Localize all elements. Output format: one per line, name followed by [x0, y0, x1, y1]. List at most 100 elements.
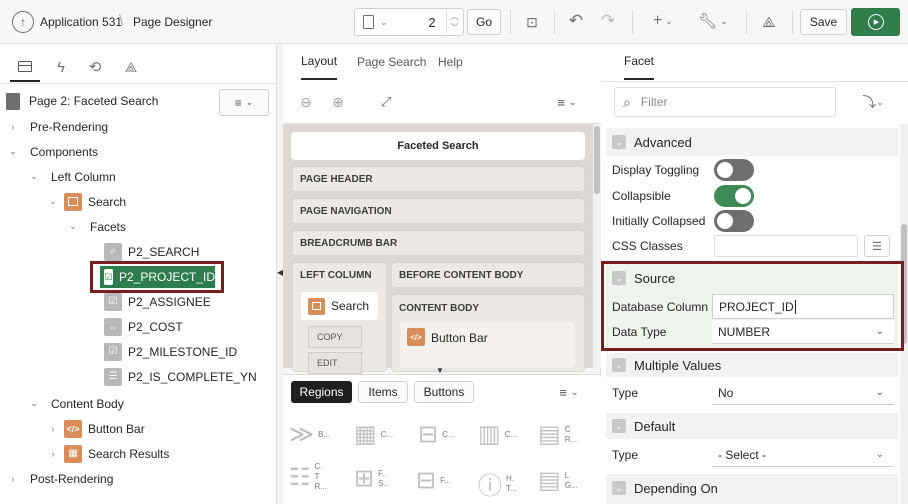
- app-name-link[interactable]: Application 531: [40, 15, 122, 29]
- chevron-right-icon: ›: [11, 473, 15, 484]
- gallery-list-icon[interactable]: ▤ L G...: [538, 466, 578, 495]
- region-page-navigation[interactable]: PAGE NAVIGATION: [292, 198, 585, 224]
- utilities-wrench-icon[interactable]: 🔧︎ ⌄: [698, 11, 728, 31]
- region-breadcrumb-bar[interactable]: BREADCRUMB BAR: [292, 230, 585, 256]
- collapsible-switch[interactable]: [714, 185, 754, 207]
- gallery-calendar-icon[interactable]: ▦ C...: [354, 420, 393, 449]
- processing-tab-icon[interactable]: ⟲: [82, 54, 108, 80]
- chevron-down-icon: ⌄: [875, 449, 884, 460]
- gallery-breadcrumb-icon[interactable]: ≫ B...: [289, 420, 330, 449]
- gallery-faceted-search-icon[interactable]: ⊞ F.. S..: [354, 464, 388, 493]
- multiple-values-type-select[interactable]: No ⌄: [712, 381, 894, 405]
- tree-item-components[interactable]: ⌄ Components: [8, 139, 98, 164]
- tree-item-left-column[interactable]: ⌄ Left Column: [29, 164, 115, 189]
- initially-collapsed-switch[interactable]: [714, 210, 754, 232]
- tree-item-p2-project-id[interactable]: ☑ P2_PROJECT_ID: [100, 266, 215, 288]
- tab-facet[interactable]: Facet: [624, 44, 655, 80]
- page-number-input[interactable]: 2: [422, 15, 435, 30]
- layout-menu-icon[interactable]: ≡ ⌄: [552, 92, 582, 112]
- layout-button-bar-region[interactable]: </> Button Bar: [400, 322, 575, 368]
- gallery-tab-buttons[interactable]: Buttons: [414, 381, 474, 403]
- shared-components-tab-icon[interactable]: ⟁: [118, 54, 144, 80]
- chevron-right-icon: ›: [11, 121, 15, 132]
- page-selector[interactable]: ⌄ 2 ︿ ﹀: [354, 8, 464, 36]
- tree-item-p2-is-complete-yn[interactable]: ☰ P2_IS_COMPLETE_YN: [104, 364, 257, 389]
- multiple-values-group-header[interactable]: ⌄ Multiple Values: [612, 353, 892, 377]
- display-toggling-switch[interactable]: [714, 159, 754, 181]
- save-button[interactable]: Save: [800, 9, 847, 35]
- tree-item-label: P2_SEARCH: [128, 244, 200, 259]
- dynamic-actions-tab-icon[interactable]: ϟ: [48, 54, 74, 80]
- region-label: CONTENT BODY: [399, 303, 479, 314]
- css-classes-input[interactable]: [714, 235, 858, 257]
- gallery-item-label: C...: [442, 429, 455, 439]
- region-page-header[interactable]: PAGE HEADER: [292, 166, 585, 192]
- collapse-icon: ⌄: [612, 481, 626, 495]
- gallery-tab-items[interactable]: Items: [358, 381, 408, 403]
- app-up-icon[interactable]: ↑: [12, 11, 34, 33]
- chevron-down-icon: ⌄: [30, 171, 38, 181]
- gallery-report-icon[interactable]: ▤ C R...: [538, 420, 577, 449]
- region-before-content-body[interactable]: BEFORE CONTENT BODY: [391, 262, 585, 288]
- tree-item-p2-milestone-id[interactable]: ☑ P2_MILESTONE_ID: [104, 339, 237, 364]
- chevron-down-icon: ⌄: [49, 196, 57, 206]
- group-title: Depending On: [634, 480, 718, 496]
- tab-help[interactable]: Help: [438, 44, 463, 80]
- gallery-help-text-icon[interactable]: ⓘ H. T...: [478, 466, 517, 501]
- zoom-in-icon[interactable]: ⊕: [328, 92, 348, 112]
- list-picker-icon[interactable]: ☰: [864, 235, 890, 257]
- run-page-button[interactable]: ▶: [851, 8, 900, 36]
- tab-layout[interactable]: Layout: [301, 44, 338, 80]
- copy-drop-zone[interactable]: COPY: [308, 326, 362, 348]
- go-button[interactable]: Go: [467, 9, 501, 35]
- tree-item-search-region[interactable]: ⌄ Search: [48, 189, 126, 214]
- faceted-search-region-icon: [308, 297, 325, 315]
- create-plus-icon[interactable]: + ⌄: [648, 11, 678, 31]
- gallery-card-icon[interactable]: ⊟ C...: [418, 420, 455, 449]
- advanced-group-header[interactable]: ⌄ Advanced: [612, 130, 892, 154]
- tree-item-p2-assignee[interactable]: ☑ P2_ASSIGNEE: [104, 289, 211, 314]
- tree-item-p2-cost[interactable]: ⇔ P2_COST: [104, 314, 183, 339]
- page-spinner[interactable]: ︿ ﹀: [445, 11, 459, 33]
- undo-icon[interactable]: ↶: [566, 11, 586, 31]
- multiple-values-type-value: No: [718, 385, 734, 400]
- lock-icon[interactable]: ⊡: [522, 12, 542, 32]
- gallery-form-icon[interactable]: ⊟ F...: [416, 466, 451, 495]
- default-group-header[interactable]: ⌄ Default: [612, 414, 892, 438]
- data-type-select[interactable]: NUMBER ⌄: [712, 320, 894, 344]
- tree-item-label: Components: [30, 144, 99, 159]
- rendering-tab-icon[interactable]: [10, 52, 40, 82]
- gallery-chart-icon[interactable]: ▥ C...: [478, 420, 517, 449]
- layout-search-region[interactable]: Search: [301, 292, 378, 320]
- shared-components-icon[interactable]: ⟁: [758, 11, 780, 33]
- depending-on-group-header[interactable]: ⌄ Depending On: [612, 476, 892, 500]
- tree-item-content-body[interactable]: ⌄ Content Body: [29, 391, 124, 416]
- gallery-item-label: L G...: [564, 470, 578, 490]
- layout-scrollbar-thumb[interactable]: [594, 126, 600, 194]
- tree-item-search-results[interactable]: › ▦ Search Results: [48, 441, 169, 466]
- tree-item-facets[interactable]: ⌄ Facets: [68, 214, 126, 239]
- zoom-out-icon[interactable]: ⊖: [296, 92, 316, 112]
- gallery-collapsible-icon[interactable]: ☷ C. T R...: [289, 462, 327, 492]
- collapse-icon: ⌄: [612, 419, 626, 433]
- tree-item-label: Post-Rendering: [30, 471, 114, 486]
- redo-icon[interactable]: ↷: [598, 11, 618, 31]
- tree-menu-button[interactable]: ≡ ⌄: [219, 89, 269, 116]
- tree-item-post-rendering[interactable]: › Post-Rendering: [8, 466, 114, 491]
- tree-item-button-bar[interactable]: › </> Button Bar: [48, 416, 145, 441]
- tree-item-pre-rendering[interactable]: › Pre-Rendering: [8, 114, 109, 139]
- page-name-box[interactable]: Faceted Search: [291, 132, 585, 160]
- default-type-select[interactable]: - Select - ⌄: [712, 443, 894, 467]
- page-node[interactable]: Page 2: Faceted Search: [6, 91, 158, 111]
- source-group-header[interactable]: ⌄ Source: [612, 266, 892, 290]
- gallery-menu-icon[interactable]: ≡ ⌄: [554, 383, 584, 401]
- filter-input[interactable]: ⌕ Filter: [614, 87, 836, 117]
- edit-drop-zone[interactable]: EDIT: [308, 352, 362, 374]
- database-column-input[interactable]: PROJECT_ID: [712, 294, 894, 319]
- tree-item-label: P2_COST: [128, 319, 183, 334]
- gallery-tab-regions[interactable]: Regions: [291, 381, 352, 403]
- expand-icon[interactable]: ⤢: [376, 92, 396, 112]
- breadcrumb-separator: \: [119, 12, 124, 29]
- tab-page-search[interactable]: Page Search: [357, 44, 426, 80]
- go-to-group-icon[interactable]: ⤵ ⌄: [860, 92, 886, 112]
